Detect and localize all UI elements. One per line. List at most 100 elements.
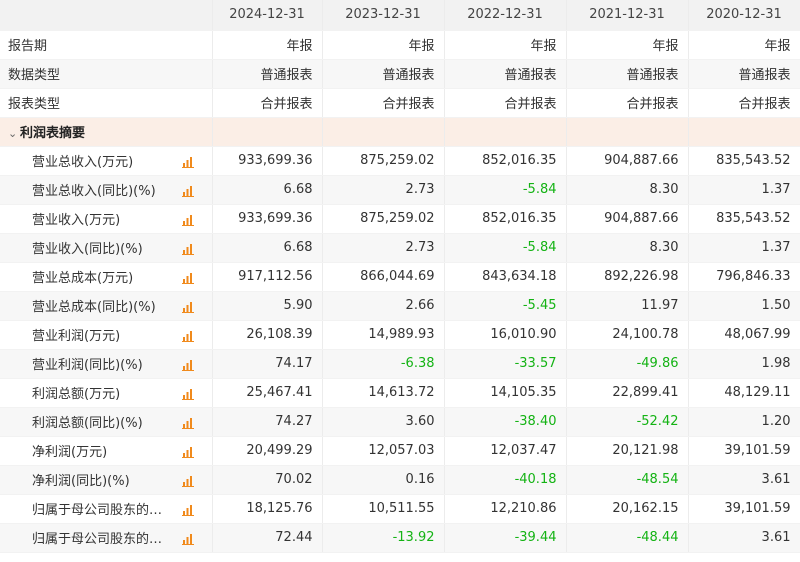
- metric-label-cell: 利润总额(万元): [0, 378, 213, 408]
- metric-label-cell: 营业总收入(同比)(%): [0, 175, 213, 205]
- metric-value: 74.17: [212, 349, 323, 379]
- metric-value: -5.84: [444, 233, 567, 263]
- metric-value: -48.44: [566, 523, 689, 553]
- metric-value: 6.68: [212, 175, 323, 205]
- metric-value: -6.38: [322, 349, 445, 379]
- metric-value: 11.97: [566, 291, 689, 321]
- metric-value: 14,613.72: [322, 378, 445, 408]
- meta-row-report-period: 报告期 年报 年报 年报 年报 年报: [0, 30, 800, 60]
- metric-label: 营业收入(万元): [32, 213, 121, 228]
- metric-value: 0.16: [322, 465, 445, 495]
- metric-label-cell: 营业利润(同比)(%): [0, 349, 213, 379]
- meta-cell: 合并报表: [444, 88, 567, 118]
- meta-cell: 合并报表: [566, 88, 689, 118]
- meta-row-label: 报告期: [0, 30, 213, 60]
- metric-value: 26,108.39: [212, 320, 323, 350]
- metric-value: 835,543.52: [688, 146, 800, 176]
- bar-chart-icon[interactable]: [182, 445, 195, 458]
- metric-value: 3.60: [322, 407, 445, 437]
- meta-row-label: 数据类型: [0, 59, 213, 89]
- metric-label-cell: 营业收入(同比)(%): [0, 233, 213, 263]
- meta-cell: 普通报表: [566, 59, 689, 89]
- metric-value: 875,259.02: [322, 146, 445, 176]
- period-header[interactable]: 2021-12-31: [566, 0, 689, 31]
- period-header[interactable]: 2023-12-31: [322, 0, 445, 31]
- section-cell: [322, 117, 445, 147]
- metric-value: -13.92: [322, 523, 445, 553]
- metric-row: 营业收入(万元) 933,699.36 875,259.02 852,016.35 90…: [0, 204, 800, 234]
- chevron-down-icon[interactable]: ⌄: [8, 127, 18, 140]
- metric-label-cell: 营业利润(万元): [0, 320, 213, 350]
- metric-label: 归属于母公司股东的…: [32, 503, 163, 518]
- metric-value: 72.44: [212, 523, 323, 553]
- metric-value: 892,226.98: [566, 262, 689, 292]
- metric-value: -49.86: [566, 349, 689, 379]
- section-cell: [212, 117, 323, 147]
- metric-row: 营业利润(万元) 26,108.39 14,989.93 16,010.90 24,10…: [0, 320, 800, 350]
- metric-value: 16,010.90: [444, 320, 567, 350]
- metric-value: 1.37: [688, 233, 800, 263]
- metric-value: 20,121.98: [566, 436, 689, 466]
- metric-value: 24,100.78: [566, 320, 689, 350]
- metric-label: 净利润(同比)(%): [32, 474, 130, 489]
- metric-label-cell: 营业总成本(同比)(%): [0, 291, 213, 321]
- period-header[interactable]: 2022-12-31: [444, 0, 567, 31]
- meta-cell: 年报: [322, 30, 445, 60]
- metric-value: -38.40: [444, 407, 567, 437]
- metric-value: 39,101.59: [688, 436, 800, 466]
- metric-value: 14,989.93: [322, 320, 445, 350]
- metric-label: 营业总收入(万元): [32, 155, 134, 170]
- bar-chart-icon[interactable]: [182, 416, 195, 429]
- bar-chart-icon[interactable]: [182, 155, 195, 168]
- metric-value: -40.18: [444, 465, 567, 495]
- metric-label-cell: 营业总收入(万元): [0, 146, 213, 176]
- bar-chart-icon[interactable]: [182, 271, 195, 284]
- meta-cell: 年报: [212, 30, 323, 60]
- bar-chart-icon[interactable]: [182, 532, 195, 545]
- metric-row: 营业总收入(万元) 933,699.36 875,259.02 852,016.35 9…: [0, 146, 800, 176]
- metric-value: 22,899.41: [566, 378, 689, 408]
- meta-cell: 年报: [688, 30, 800, 60]
- metric-value: 8.30: [566, 175, 689, 205]
- metric-label: 营业总成本(同比)(%): [32, 300, 156, 315]
- bar-chart-icon[interactable]: [182, 184, 195, 197]
- metric-value: 6.68: [212, 233, 323, 263]
- metric-value: 14,105.35: [444, 378, 567, 408]
- metric-value: 852,016.35: [444, 204, 567, 234]
- metric-value: 8.30: [566, 233, 689, 263]
- metric-value: -33.57: [444, 349, 567, 379]
- section-toggle[interactable]: ⌄ 利润表摘要: [0, 117, 213, 147]
- metric-value: 904,887.66: [566, 146, 689, 176]
- metric-value: 3.61: [688, 523, 800, 553]
- metric-value: 866,044.69: [322, 262, 445, 292]
- meta-cell: 年报: [444, 30, 567, 60]
- metric-label: 利润总额(万元): [32, 387, 121, 402]
- metric-row: 利润总额(万元) 25,467.41 14,613.72 14,105.35 22,89…: [0, 378, 800, 408]
- bar-chart-icon[interactable]: [182, 329, 195, 342]
- metric-row: 净利润(同比)(%) 70.02 0.16 -40.18 -48.54 3.61: [0, 465, 800, 495]
- period-header-row: 2024-12-31 2023-12-31 2022-12-31 2021-12…: [0, 0, 800, 31]
- bar-chart-icon[interactable]: [182, 387, 195, 400]
- section-cell: [566, 117, 689, 147]
- metric-value: 875,259.02: [322, 204, 445, 234]
- metric-label: 营业总收入(同比)(%): [32, 184, 156, 199]
- bar-chart-icon[interactable]: [182, 358, 195, 371]
- metric-label: 营业利润(同比)(%): [32, 358, 143, 373]
- meta-cell: 普通报表: [212, 59, 323, 89]
- metric-value: 39,101.59: [688, 494, 800, 524]
- section-row-income-summary[interactable]: ⌄ 利润表摘要: [0, 117, 800, 147]
- metric-row: 营业总成本(同比)(%) 5.90 2.66 -5.45 11.97 1.50: [0, 291, 800, 321]
- period-header[interactable]: 2024-12-31: [212, 0, 323, 31]
- bar-chart-icon[interactable]: [182, 242, 195, 255]
- bar-chart-icon[interactable]: [182, 300, 195, 313]
- metric-value: 20,162.15: [566, 494, 689, 524]
- metric-value: 933,699.36: [212, 146, 323, 176]
- metric-label-cell: 归属于母公司股东的…: [0, 494, 213, 524]
- metric-row: 净利润(万元) 20,499.29 12,057.03 12,037.47 20,121…: [0, 436, 800, 466]
- bar-chart-icon[interactable]: [182, 474, 195, 487]
- metric-label-cell: 营业总成本(万元): [0, 262, 213, 292]
- period-header[interactable]: 2020-12-31: [688, 0, 800, 31]
- bar-chart-icon[interactable]: [182, 503, 195, 516]
- metric-label-cell: 净利润(万元): [0, 436, 213, 466]
- bar-chart-icon[interactable]: [182, 213, 195, 226]
